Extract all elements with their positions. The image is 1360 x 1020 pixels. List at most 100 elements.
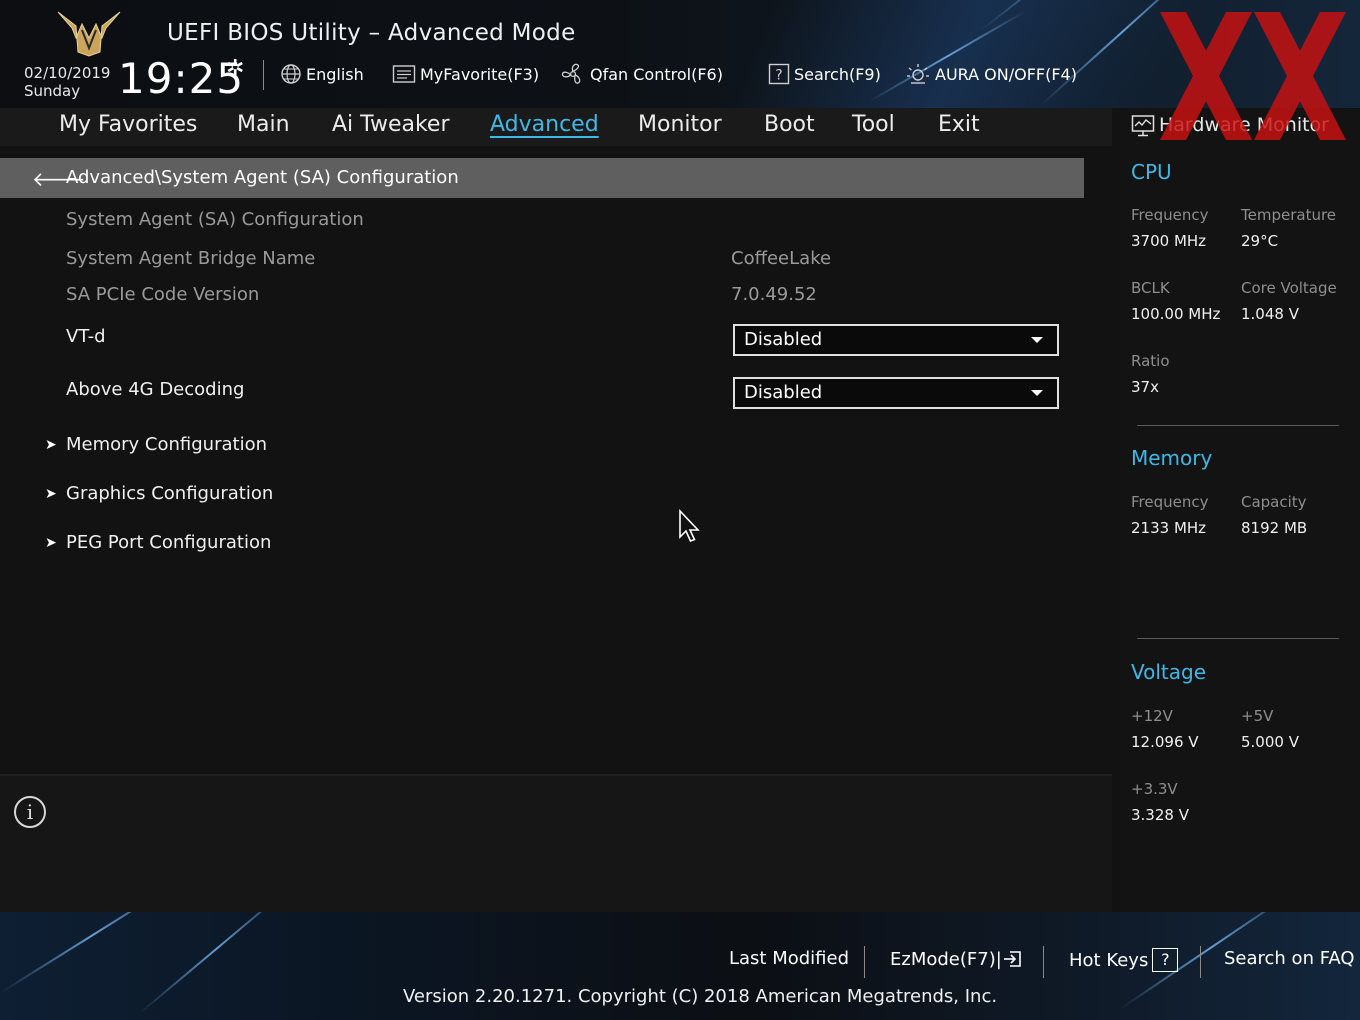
- ezmode-button[interactable]: EzMode(F7)|: [890, 948, 1024, 970]
- aura-label: AURA ON/OFF(F4): [935, 64, 1077, 84]
- qfan-control-button[interactable]: Qfan Control(F6): [560, 63, 723, 85]
- language-label: English: [306, 64, 364, 84]
- globe-icon: [281, 64, 301, 84]
- header-decoration: [869, 10, 1027, 102]
- breadcrumb: 🡐 Advanced\System Agent (SA) Configurati…: [0, 158, 1084, 198]
- cpu-temperature-label: Temperature: [1241, 206, 1337, 224]
- vt-d-select[interactable]: Disabled: [733, 324, 1059, 356]
- main-tab-bar: My Favorites Main Ai Tweaker Advanced Mo…: [0, 108, 1112, 146]
- search-faq-button[interactable]: Search on FAQ: [1224, 948, 1355, 969]
- myfavorite-label: MyFavorite(F3): [420, 64, 540, 84]
- breadcrumb-text: Advanced\System Agent (SA) Configuration: [66, 167, 459, 188]
- voltage-heading: Voltage: [1131, 660, 1207, 684]
- tab-tool[interactable]: Tool: [852, 112, 895, 137]
- tab-my-favorites[interactable]: My Favorites: [59, 112, 197, 137]
- cpu-heading: CPU: [1131, 160, 1172, 184]
- vt-d-label: VT-d: [66, 326, 106, 347]
- search-label: Search(F9): [794, 64, 881, 84]
- hardware-monitor-panel: Hardware Monitor CPU Frequency Temperatu…: [1121, 108, 1360, 912]
- cpu-frequency-value: 3700 MHz: [1131, 232, 1207, 250]
- monitor-icon: [1131, 115, 1155, 137]
- core-voltage-value: 1.048 V: [1241, 305, 1299, 323]
- cpu-frequency-label: Frequency: [1131, 206, 1209, 224]
- day-text: Sunday: [24, 82, 81, 100]
- search-button[interactable]: ? Search(F9): [768, 63, 881, 85]
- footer-divider: [864, 946, 865, 978]
- tab-boot[interactable]: Boot: [764, 112, 815, 137]
- above-4g-decoding-label: Above 4G Decoding: [66, 379, 245, 400]
- ratio-value: 37x: [1131, 378, 1159, 396]
- memory-heading: Memory: [1131, 446, 1213, 470]
- v5-label: +5V: [1241, 707, 1274, 725]
- submenu-memory-configuration[interactable]: Memory Configuration: [66, 434, 267, 455]
- footer-divider: [1200, 946, 1201, 978]
- ezmode-label: EzMode(F7)|: [890, 948, 1002, 970]
- header-decoration: [979, 0, 1186, 32]
- footer-divider: [1043, 946, 1044, 978]
- above-4g-decoding-select[interactable]: Disabled: [733, 377, 1059, 409]
- header-bar: UEFI BIOS Utility – Advanced Mode 02/10/…: [0, 0, 1360, 108]
- footer-decoration: [0, 912, 188, 994]
- memory-capacity-value: 8192 MB: [1241, 519, 1308, 537]
- date-display: 02/10/2019 Sunday: [24, 64, 110, 100]
- language-button[interactable]: English: [280, 63, 364, 85]
- chevron-right-icon: ➤: [45, 437, 57, 453]
- tuf-logo-icon: [57, 11, 121, 57]
- header-divider: [263, 60, 264, 90]
- section-divider: [1137, 638, 1339, 639]
- v5-value: 5.000 V: [1241, 733, 1299, 751]
- above-4g-decoding-value: Disabled: [744, 382, 823, 403]
- pcie-code-version-value: 7.0.49.52: [731, 284, 817, 305]
- section-title: System Agent (SA) Configuration: [66, 209, 364, 230]
- hot-keys-label: Hot Keys: [1069, 949, 1149, 971]
- watermark-logo: [1160, 12, 1346, 140]
- favorite-list-icon: [392, 65, 416, 83]
- bclk-value: 100.00 MHz: [1131, 305, 1221, 323]
- tab-exit[interactable]: Exit: [938, 112, 980, 137]
- hot-keys-button[interactable]: Hot Keys ?: [1069, 948, 1179, 972]
- footer-bar: Last Modified EzMode(F7)| Hot Keys ? Sea…: [0, 912, 1360, 1020]
- tab-monitor[interactable]: Monitor: [638, 112, 722, 137]
- svg-text:?: ?: [775, 68, 782, 84]
- aura-toggle-button[interactable]: AURA ON/OFF(F4): [905, 63, 1077, 85]
- qfan-label: Qfan Control(F6): [590, 64, 723, 84]
- bridge-name-label: System Agent Bridge Name: [66, 248, 316, 269]
- ratio-label: Ratio: [1131, 352, 1170, 370]
- v12-label: +12V: [1131, 707, 1173, 725]
- aura-light-icon: [907, 64, 929, 84]
- chevron-right-icon: ➤: [45, 535, 57, 551]
- gear-icon[interactable]: ✲: [226, 56, 244, 81]
- cpu-temperature-value: 29°C: [1241, 232, 1279, 250]
- core-voltage-label: Core Voltage: [1241, 279, 1337, 297]
- info-icon: i: [14, 796, 46, 828]
- chevron-right-icon: ➤: [45, 486, 57, 502]
- settings-panel: 🡐 Advanced\System Agent (SA) Configurati…: [0, 146, 1112, 766]
- tab-main[interactable]: Main: [237, 112, 290, 137]
- submenu-peg-port-configuration[interactable]: PEG Port Configuration: [66, 532, 271, 553]
- last-modified-button[interactable]: Last Modified: [729, 948, 849, 969]
- memory-capacity-label: Capacity: [1241, 493, 1307, 511]
- tab-advanced[interactable]: Advanced: [490, 112, 599, 137]
- help-info-panel: i: [0, 774, 1112, 914]
- myfavorite-button[interactable]: MyFavorite(F3): [392, 63, 539, 85]
- date-text: 02/10/2019: [24, 64, 111, 82]
- submenu-graphics-configuration[interactable]: Graphics Configuration: [66, 483, 273, 504]
- footer-decoration: [139, 912, 294, 1014]
- question-icon: ?: [1152, 948, 1179, 972]
- vt-d-value: Disabled: [744, 329, 823, 350]
- v33-label: +3.3V: [1131, 780, 1178, 798]
- version-info: Version 2.20.1271. Copyright (C) 2018 Am…: [403, 986, 998, 1007]
- tab-ai-tweaker[interactable]: Ai Tweaker: [332, 112, 450, 137]
- bridge-name-value: CoffeeLake: [731, 248, 832, 269]
- app-title: UEFI BIOS Utility – Advanced Mode: [167, 20, 576, 46]
- mouse-pointer-icon: [679, 509, 700, 543]
- bclk-label: BCLK: [1131, 279, 1170, 297]
- section-divider: [1137, 425, 1339, 426]
- v33-value: 3.328 V: [1131, 806, 1189, 824]
- memory-frequency-label: Frequency: [1131, 493, 1209, 511]
- chevron-down-icon: [1031, 337, 1043, 343]
- fan-icon: [561, 63, 581, 84]
- v12-value: 12.096 V: [1131, 733, 1199, 751]
- help-search-icon: ?: [768, 63, 790, 85]
- chevron-down-icon: [1031, 390, 1043, 396]
